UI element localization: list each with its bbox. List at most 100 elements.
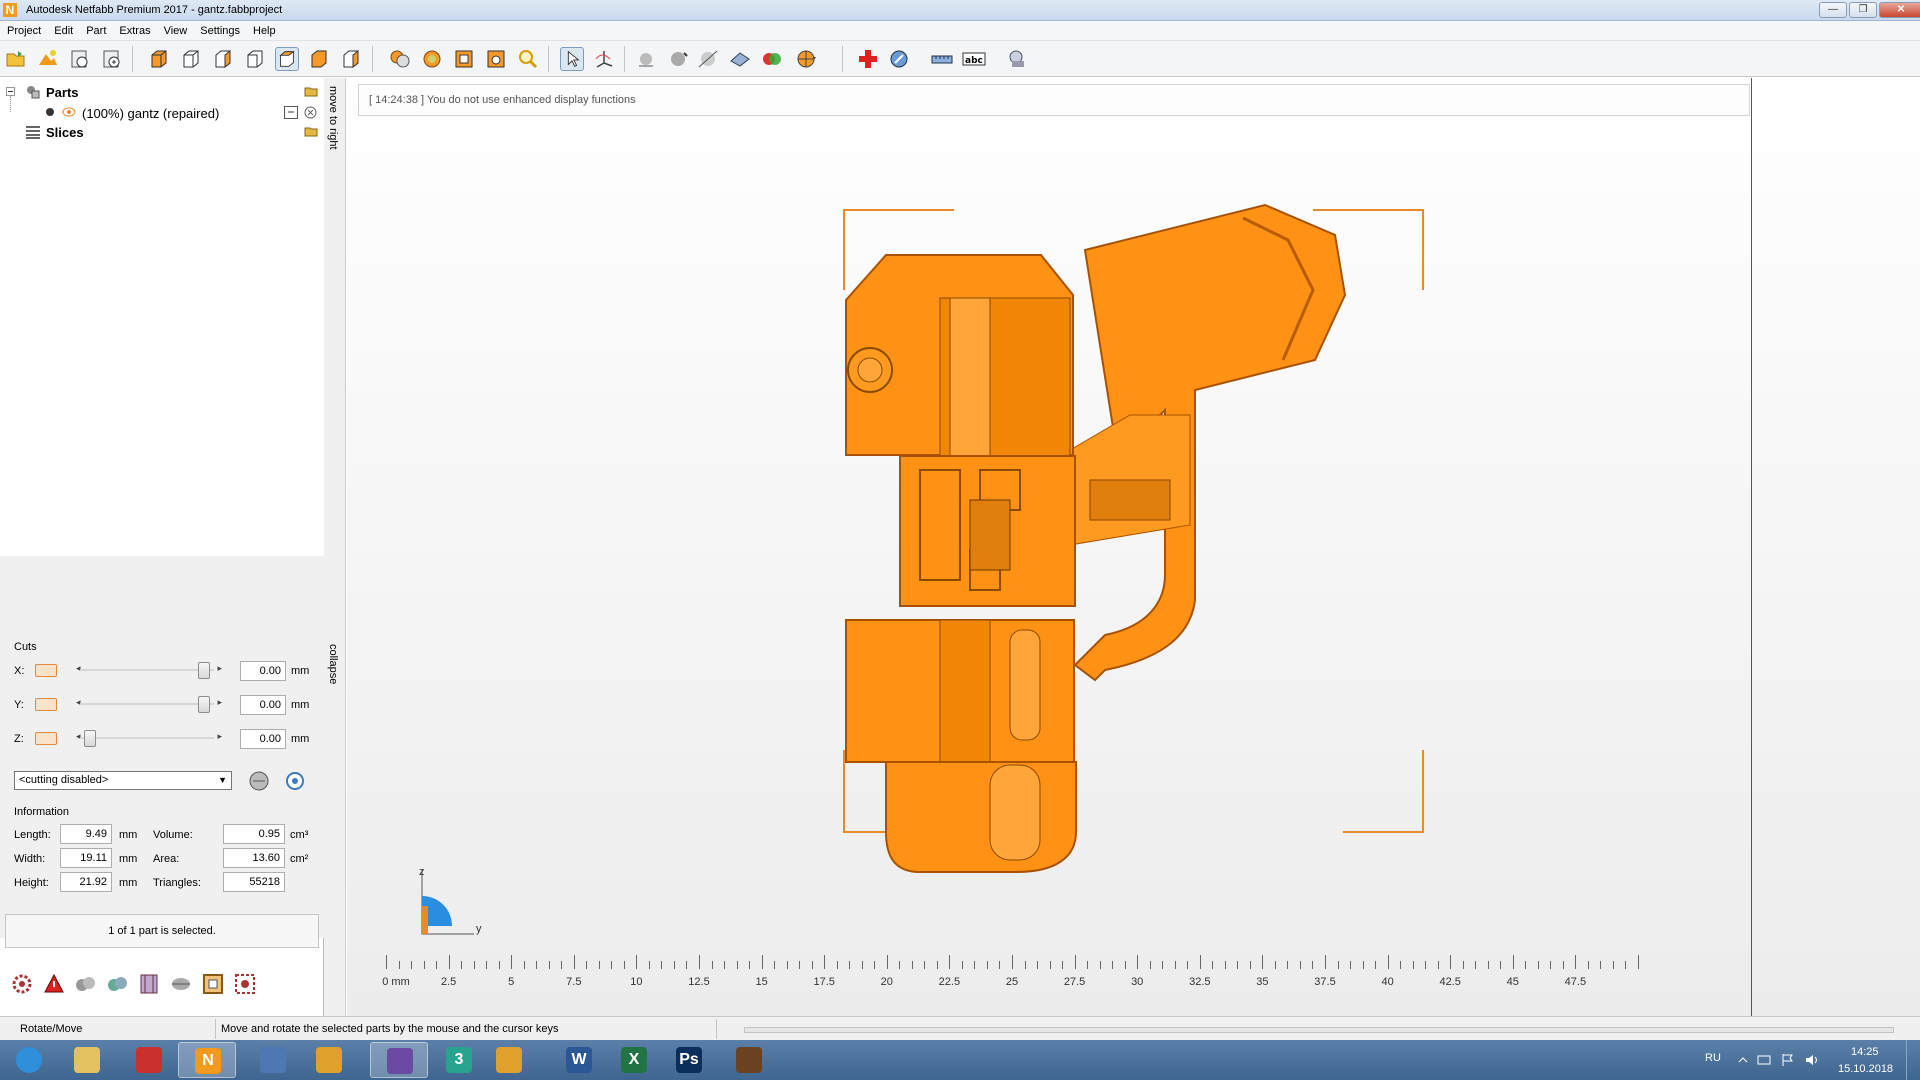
repair-cross-icon[interactable] (856, 47, 880, 71)
view-top-icon[interactable] (275, 47, 299, 71)
tray-network-icon[interactable] (1756, 1052, 1772, 1068)
color-mode-icon[interactable] (760, 47, 784, 71)
view-back-icon[interactable] (179, 47, 203, 71)
slice-icon[interactable] (137, 972, 161, 996)
cut-z-slider[interactable]: ◂ ▸ (72, 729, 222, 747)
cut-reset-icon[interactable] (283, 769, 307, 793)
menu-project[interactable]: Project (0, 21, 47, 37)
visibility-eye-icon[interactable] (62, 106, 76, 118)
cut-z-slider-thumb[interactable] (84, 730, 96, 747)
excel-taskbar-button[interactable]: X (605, 1042, 663, 1078)
clock-time[interactable]: 14:25 (1851, 1046, 1879, 1058)
tree-slices-row[interactable]: Slices (0, 122, 324, 142)
refresh-icon[interactable] (105, 972, 129, 996)
display-mode-icon[interactable] (634, 47, 658, 71)
ruler-tick (1550, 961, 1552, 969)
screenshot-app-taskbar-button[interactable] (120, 1042, 178, 1078)
view-iso-icon[interactable] (339, 47, 363, 71)
close-button[interactable]: ✕ (1879, 2, 1920, 18)
model-bottom-panel (939, 619, 991, 763)
menu-part[interactable]: Part (79, 21, 112, 37)
label-abc-icon[interactable]: abc (962, 47, 986, 71)
ruler-tick (986, 961, 988, 969)
cut-y-toggle[interactable] (35, 698, 57, 711)
start-orb-taskbar-button[interactable] (0, 1042, 58, 1078)
tray-arrow-icon[interactable] (1737, 1054, 1749, 1066)
game-app-taskbar-button[interactable] (720, 1042, 778, 1078)
cutting-mode-select[interactable]: <cutting disabled> ▼ (14, 771, 232, 790)
view-front-icon[interactable] (147, 47, 171, 71)
tray-volume-icon[interactable] (1804, 1052, 1820, 1068)
import-part-icon[interactable] (36, 47, 60, 71)
cut-x-slider[interactable]: ◂ ▸ (72, 661, 222, 679)
show-desktop-button[interactable] (1906, 1040, 1920, 1080)
cut-x-slider-thumb[interactable] (198, 662, 210, 679)
collapse-tab[interactable]: collapse (324, 638, 346, 1016)
zoom-selection-icon[interactable] (388, 47, 412, 71)
sphere-icon[interactable] (169, 972, 193, 996)
move-to-right-tab[interactable]: move to right (324, 78, 346, 638)
cut-y-value[interactable]: 0.00 (240, 695, 286, 715)
mesh-icon[interactable] (728, 47, 752, 71)
word-taskbar-button[interactable]: W (550, 1042, 608, 1078)
analysis-icon[interactable] (888, 47, 912, 71)
menu-help[interactable]: Help (246, 21, 282, 37)
remove-part-icon[interactable] (304, 106, 317, 119)
menu-view[interactable]: View (157, 21, 194, 37)
ruler-icon[interactable] (930, 47, 954, 71)
menu-extras[interactable]: Extras (112, 21, 156, 37)
view-right-icon[interactable] (243, 47, 267, 71)
viewport-divider[interactable] (1751, 78, 1752, 1018)
wheel-menu-icon[interactable] (794, 47, 818, 71)
zoom-part-icon[interactable] (452, 47, 476, 71)
photoshop-taskbar-button[interactable]: Ps (660, 1042, 718, 1078)
view-left-icon[interactable] (211, 47, 235, 71)
explorer-folder-taskbar-button[interactable] (58, 1042, 116, 1078)
zoom-fit-icon[interactable] (484, 47, 508, 71)
gun-model[interactable] (830, 200, 1450, 900)
zoom-all-icon[interactable] (420, 47, 444, 71)
clock-date[interactable]: 15.10.2018 (1838, 1063, 1893, 1075)
measure-points-icon[interactable] (696, 47, 720, 71)
cut-z-toggle[interactable] (35, 732, 57, 745)
chrome-2-taskbar-button[interactable] (480, 1042, 538, 1078)
tray-flag-icon[interactable] (1780, 1052, 1796, 1068)
maximize-button[interactable]: ❐ (1849, 2, 1877, 18)
measurement-icon[interactable] (1006, 47, 1030, 71)
cut-y-slider-thumb[interactable] (198, 696, 210, 713)
cut-x-value[interactable]: 0.00 (240, 661, 286, 681)
cut-y-slider[interactable]: ◂ ▸ (72, 695, 222, 713)
minimize-button[interactable]: — (1819, 2, 1847, 18)
rotate-tool-icon[interactable] (592, 47, 616, 71)
grid-gear-icon[interactable] (233, 972, 257, 996)
shading-icon[interactable] (666, 47, 690, 71)
settings-gear-icon[interactable] (10, 972, 34, 996)
ruler-tick (849, 961, 851, 969)
browser-app-taskbar-button[interactable] (244, 1042, 302, 1078)
view-bottom-icon[interactable] (307, 47, 331, 71)
netfabb-taskbar-taskbar-button[interactable]: N (178, 1042, 236, 1078)
folder-add-slices-icon[interactable] (304, 125, 318, 137)
cut-z-value[interactable]: 0.00 (240, 729, 286, 749)
part-options-icon[interactable] (284, 106, 298, 119)
chrome-taskbar-button[interactable] (300, 1042, 358, 1078)
expand-collapse-icon[interactable] (6, 87, 15, 96)
add-part-icon[interactable] (68, 47, 92, 71)
tree-part-row[interactable]: (100%) gantz (repaired) (0, 96, 324, 122)
add-part-2-icon[interactable] (100, 47, 124, 71)
tree-slices-label: Slices (46, 125, 84, 140)
cut-execute-icon[interactable] (247, 769, 271, 793)
books-app-taskbar-button[interactable] (370, 1042, 428, 1078)
open-project-icon[interactable] (4, 47, 28, 71)
select-arrow-icon[interactable] (560, 47, 584, 71)
cut-x-toggle[interactable] (35, 664, 57, 677)
frame-icon[interactable] (201, 972, 225, 996)
menu-settings[interactable]: Settings (193, 21, 246, 37)
tree-parts-row[interactable]: Parts (0, 82, 324, 102)
menu-edit[interactable]: Edit (47, 21, 79, 37)
zoom-magnifier-icon[interactable] (516, 47, 540, 71)
tray-language[interactable]: RU (1705, 1052, 1721, 1064)
folder-add-icon[interactable] (304, 85, 318, 97)
warning-icon[interactable] (42, 972, 66, 996)
repair-icon[interactable] (73, 972, 97, 996)
